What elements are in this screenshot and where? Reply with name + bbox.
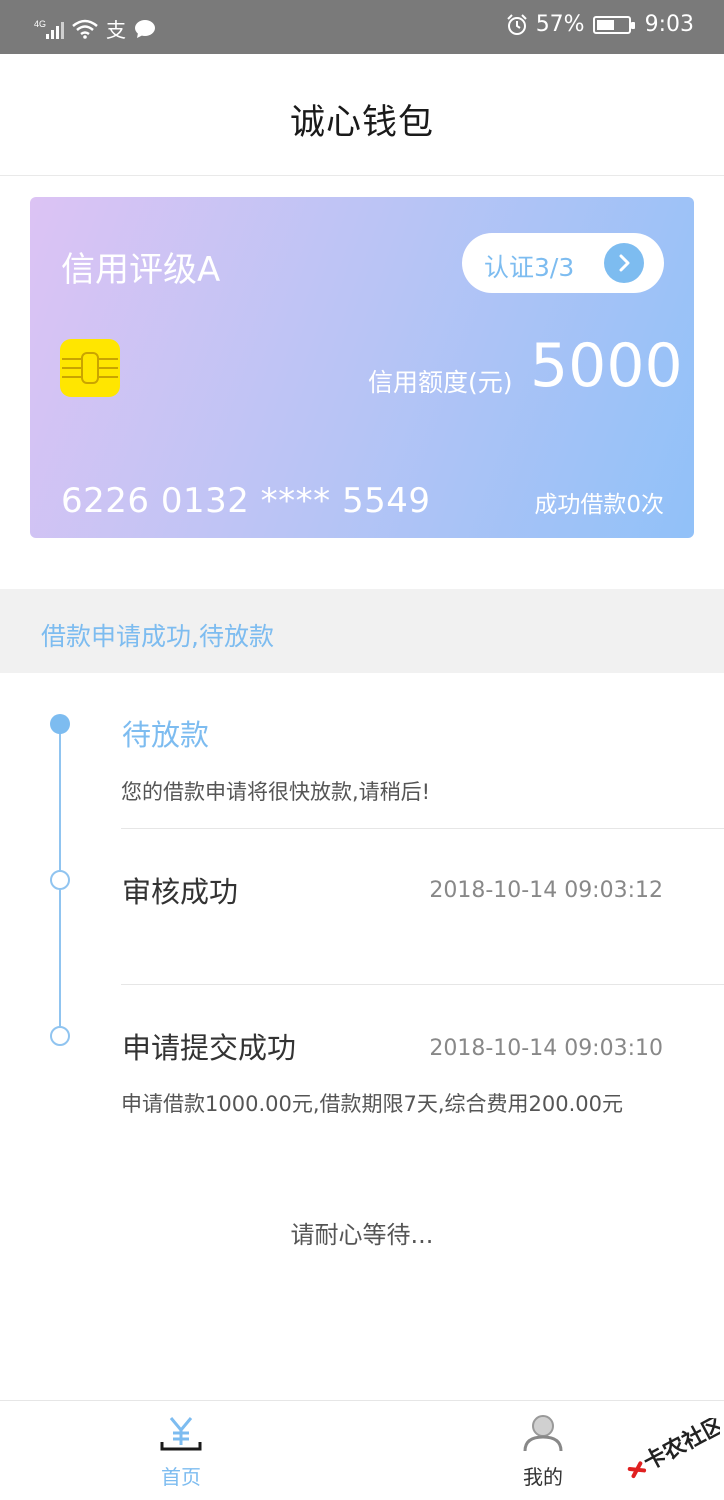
timeline-step-desc: 您的借款申请将很快放款,请稍后! xyxy=(121,780,431,804)
battery-percent: 57% xyxy=(535,12,585,37)
nav-mine[interactable]: 我的 xyxy=(483,1401,603,1500)
timeline-step-time: 2018-10-14 09:03:12 xyxy=(429,878,663,903)
wait-message: 请耐心等待... xyxy=(290,1221,434,1249)
verify-label: 认证3/3 xyxy=(484,253,575,282)
watermark-logo: 卡农社区 xyxy=(627,1418,720,1479)
chevron-right-icon xyxy=(604,243,644,283)
timeline-step-title: 申请提交成功 xyxy=(122,1031,297,1065)
status-right: 57% 9:03 xyxy=(506,12,694,37)
signal-icon: 4G xyxy=(34,19,64,39)
loan-status-banner: 借款申请成功,待放款 xyxy=(0,589,724,673)
network-type: 4G xyxy=(34,19,46,29)
timeline-dot-active xyxy=(50,714,70,734)
success-loan-count: 成功借款0次 xyxy=(534,492,664,518)
status-bar: 4G 支 57% 9:03 xyxy=(0,0,724,54)
credit-rating: 信用评级A xyxy=(61,250,221,290)
nav-home[interactable]: 首页 xyxy=(121,1401,241,1500)
timeline-step-time: 2018-10-14 09:03:10 xyxy=(429,1036,663,1061)
user-icon xyxy=(523,1415,563,1452)
battery-level xyxy=(596,19,614,30)
divider xyxy=(121,828,724,829)
timeline-dot xyxy=(50,870,70,890)
clock: 9:03 xyxy=(644,12,694,37)
credit-card: 信用评级A 认证3/3 信用额度(元) 5000 6226 0132 **** … xyxy=(30,197,694,538)
timeline-step-title: 审核成功 xyxy=(122,875,239,909)
bottom-nav: 首页 我的 xyxy=(0,1400,724,1500)
card-number: 6226 0132 **** 5549 xyxy=(61,481,431,521)
loan-status-text: 借款申请成功,待放款 xyxy=(41,622,274,651)
message-icon xyxy=(135,19,155,38)
timeline-dot xyxy=(50,1026,70,1046)
timeline-step-desc: 申请借款1000.00元,借款期限7天,综合费用200.00元 xyxy=(121,1092,624,1116)
credit-limit-value: 5000 xyxy=(530,331,683,401)
battery-icon xyxy=(592,15,635,34)
yen-icon xyxy=(160,1417,202,1451)
card-chip-icon xyxy=(60,339,120,397)
title-bar: 诚心钱包 xyxy=(0,54,724,176)
nav-mine-label: 我的 xyxy=(523,1465,563,1489)
verify-button[interactable]: 认证3/3 xyxy=(462,233,664,293)
divider xyxy=(121,984,724,985)
alipay-icon: 支 xyxy=(106,18,126,42)
timeline-step-title: 待放款 xyxy=(122,718,210,752)
status-left: 4G 支 xyxy=(34,14,156,43)
credit-limit-label: 信用额度(元) xyxy=(368,368,513,397)
alarm-icon xyxy=(506,13,527,35)
nav-home-label: 首页 xyxy=(161,1465,201,1489)
page-title: 诚心钱包 xyxy=(289,103,434,143)
svg-text:卡农社区: 卡农社区 xyxy=(639,1418,720,1476)
wifi-icon xyxy=(72,19,98,39)
